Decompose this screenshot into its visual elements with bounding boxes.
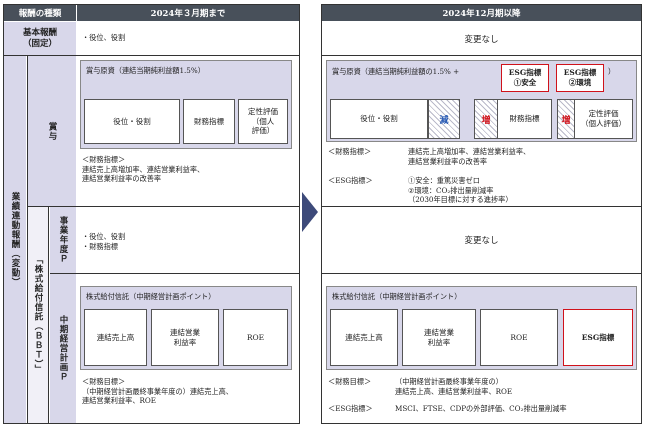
esg-notes-right: ①安全：重篤災害ゼロ ②環境：CO₂排出量削減率 （2030年目標に対する進捗率… (408, 176, 513, 205)
mid-box-sales-right: 連結売上高 (330, 309, 398, 366)
mid-esg-label-right: ＜ESG指標＞ (328, 404, 373, 413)
mid-plan-title: 株式給付信託（中期経営計画ポイント） (86, 292, 216, 301)
divider (322, 273, 641, 274)
basic-label: 基本報酬 （固定） (4, 22, 76, 55)
mid-fin-label-right: ＜財務目標＞ (328, 377, 372, 386)
bonus-notes-left: ＜財務指標＞ 連結売上高増加率、連結営業利益率、 連結営業利益率の改善率 (82, 155, 205, 184)
fy-point-text-left: ・役位、役割 ・財務指標 (82, 232, 126, 251)
mid-box-sales: 連結売上高 (84, 309, 147, 366)
bonus-pool-title: 賞与原資（連結当期純利益額1.5%） (86, 66, 205, 75)
esg-safety-badge: ESG指標 ①安全 (501, 64, 549, 92)
bonus-box-role-right: 役位・役割 (330, 99, 428, 139)
bonus-box-qualitative: 定性評価 （個人 評価） (238, 99, 288, 144)
fin-notes-label-right: ＜財務指標＞ (328, 147, 372, 156)
mid-esg-right: MSCI、FTSE、CDPの外部評価、CO₂排出量削減率 (395, 404, 567, 413)
bonus-pool-title-right: 賞与原資（連結当期純利益額の1.5% + (332, 67, 460, 76)
arrow-right-icon (302, 192, 318, 232)
fy-point-text-right: 変更なし (464, 236, 499, 246)
basic-text-left: ・役位、役割 (82, 33, 126, 42)
esg-notes-label-right: ＜ESG指標＞ (328, 176, 373, 185)
esg-environment-badge: ESG指標 ②環境 (556, 64, 604, 92)
mid-box-esg-right: ESG指標 (563, 309, 633, 366)
mid-box-op-margin: 連結営業 利益率 (151, 309, 219, 366)
mid-notes-left: ＜財務目標＞ （中期経営計画最終事業年度の）連結売上高、 連結営業利益率、ROE (82, 377, 233, 406)
bonus-pool-close: ） (608, 67, 616, 76)
increase-marker-2: 増 (557, 99, 575, 139)
bonus-box-financial-right: 財務指標 (498, 99, 552, 139)
mid-plan-title-right: 株式給付信託（中期経営計画ポイント） (332, 292, 462, 301)
mid-box-op-margin-right: 連結営業 利益率 (402, 309, 476, 366)
bonus-box-role: 役位・役割 (84, 99, 180, 144)
decrease-marker: 減 (428, 99, 460, 139)
fy-point-label: 事業年度Ｐ (50, 207, 76, 273)
header-type: 報酬の種類 (4, 5, 76, 21)
increase-marker: 増 (474, 99, 498, 139)
mid-fin-right: （中期経営計画最終事業年度の） 連結売上高、連結営業利益率、ROE (395, 377, 513, 396)
divider (322, 55, 641, 56)
mid-box-roe-right: ROE (480, 309, 558, 366)
perf-label: 業績連動報酬（変動） (4, 56, 26, 423)
mid-point-label: 中期経営計画Ｐ (50, 274, 76, 423)
mid-box-roe: ROE (223, 309, 288, 366)
bonus-box-financial: 財務指標 (183, 99, 235, 144)
basic-text-right: 変更なし (464, 34, 499, 45)
divider (50, 273, 299, 274)
bonus-box-qualitative-right: 定性評価 （個人評価） (575, 99, 633, 139)
bonus-label: 賞与 (27, 56, 76, 206)
header-left-period: 2024年３月期まで (77, 5, 299, 21)
header-right-period: 2024年12月期以降 (322, 5, 641, 21)
fin-notes-right: 連結売上高増加率、連結営業利益率、 連結営業利益率の改善率 (408, 147, 531, 166)
bbt-label: 「株式給付信託（ＢＢＴ）」 (27, 207, 49, 423)
